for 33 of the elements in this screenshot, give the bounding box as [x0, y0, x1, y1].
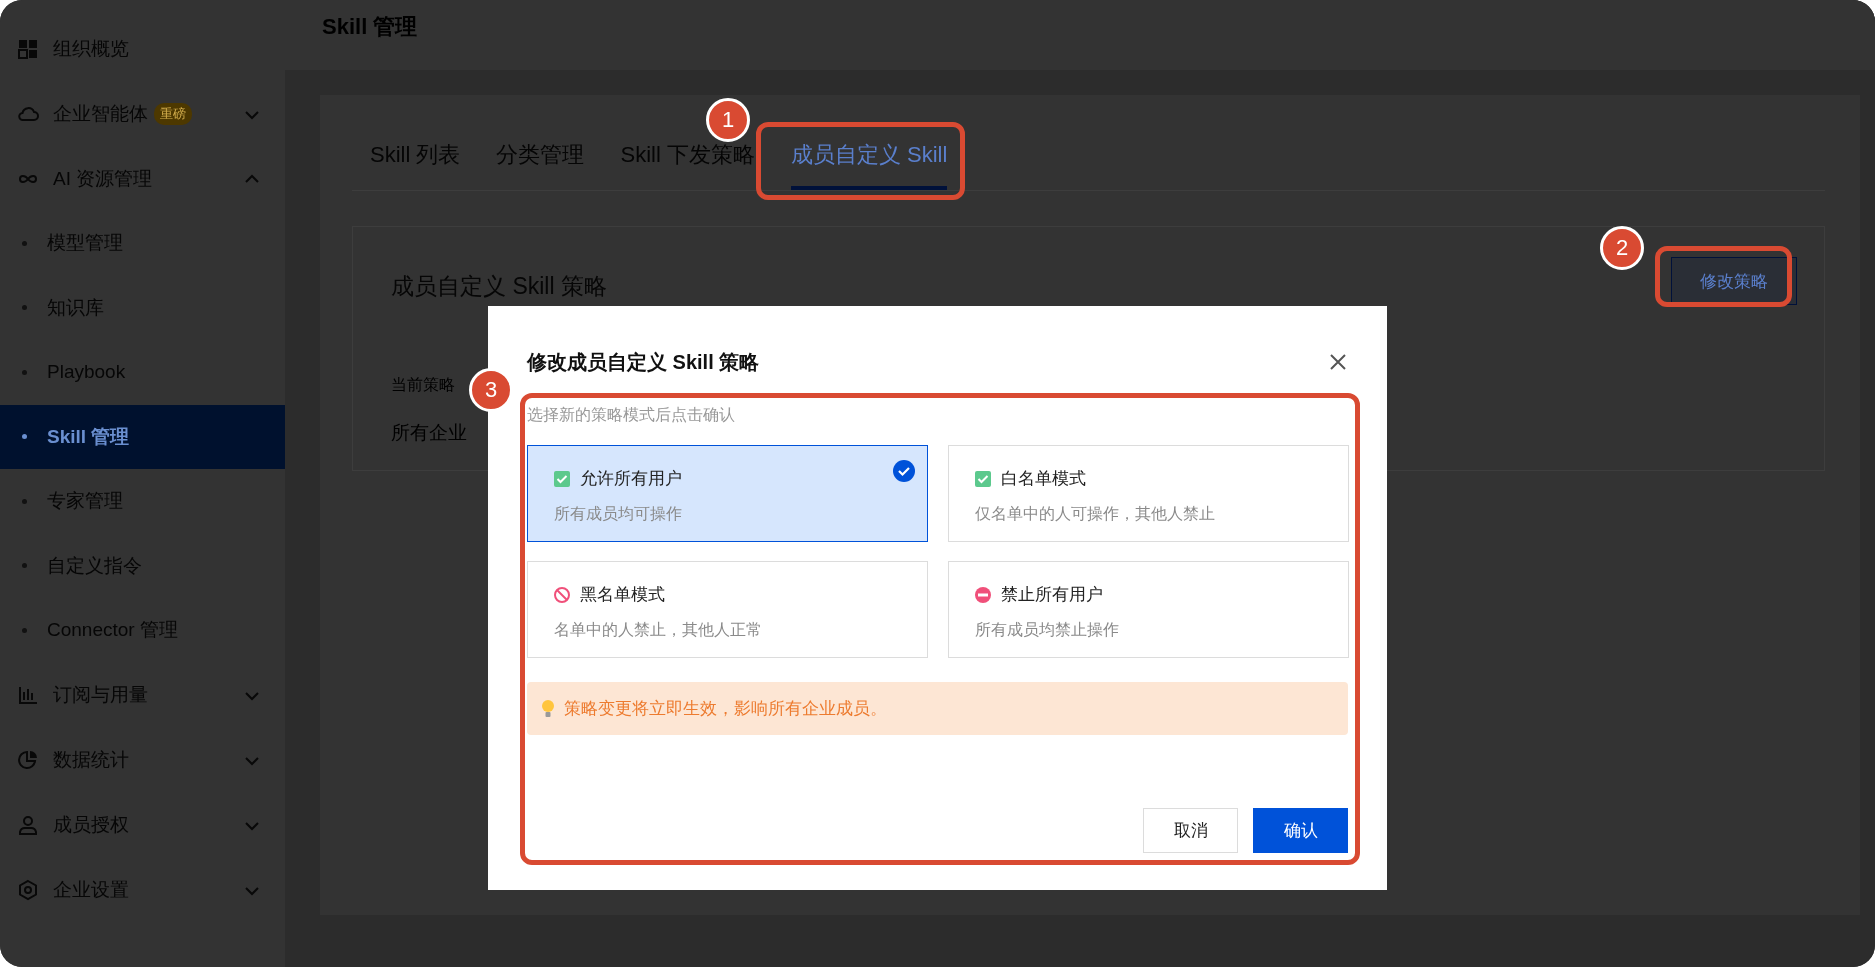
policy-option[interactable]: 黑名单模式 名单中的人禁止，其他人正常 — [527, 561, 928, 658]
option-description: 名单中的人禁止，其他人正常 — [553, 620, 763, 640]
option-description: 所有成员均禁止操作 — [974, 620, 1120, 640]
lightbulb-icon — [541, 699, 555, 718]
pie-chart-icon — [17, 749, 39, 771]
option-description: 仅名单中的人可操作，其他人禁止 — [974, 504, 1216, 524]
policy-option[interactable]: 允许所有用户 所有成员均可操作 — [527, 445, 928, 542]
policy-option[interactable]: 白名单模式 仅名单中的人可操作，其他人禁止 — [948, 445, 1349, 542]
grid-icon — [17, 37, 39, 60]
prohibited-icon — [553, 585, 571, 604]
confirm-button[interactable]: 确认 — [1253, 808, 1348, 853]
option-description: 所有成员均可操作 — [553, 504, 683, 524]
check-circle-icon — [893, 460, 915, 482]
notice-text: 策略变更将立即生效，影响所有企业成员。 — [564, 698, 887, 720]
tab[interactable]: 成员自定义 Skill — [790, 140, 948, 190]
option-title: 禁止所有用户 — [1001, 584, 1103, 606]
checkbox-icon — [553, 469, 571, 488]
option-title: 允许所有用户 — [580, 468, 682, 490]
close-icon[interactable] — [1328, 352, 1348, 372]
person-icon — [17, 814, 39, 836]
checkbox-icon — [974, 469, 992, 488]
option-title: 黑名单模式 — [580, 584, 665, 606]
cancel-button[interactable]: 取消 — [1143, 808, 1238, 853]
policy-option[interactable]: 禁止所有用户 所有成员均禁止操作 — [948, 561, 1349, 658]
minus-circle-icon — [974, 585, 992, 604]
new-badge: 重磅 — [154, 102, 192, 125]
edit-policy-button[interactable]: 修改策略 — [1671, 257, 1797, 305]
dialog-title: 修改成员自定义 Skill 策略 — [527, 349, 760, 375]
dialog-hint: 选择新的策略模式后点击确认 — [527, 405, 736, 425]
option-title: 白名单模式 — [1001, 468, 1086, 490]
bar-chart-icon — [17, 684, 39, 706]
gear-icon — [17, 879, 39, 901]
sidebar-subitem[interactable]: Skill 管理 — [0, 404, 285, 469]
